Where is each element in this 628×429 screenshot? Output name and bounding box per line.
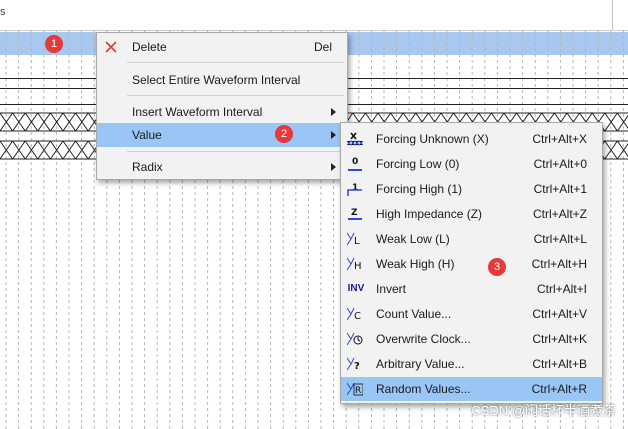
menu-item-label: Invert	[376, 282, 407, 296]
menu-item-shortcut: Ctrl+Alt+V	[532, 307, 587, 321]
menu-item-label: Insert Waveform Interval	[132, 105, 263, 119]
weak-low-icon: L	[347, 231, 363, 247]
svg-text:1: 1	[352, 183, 358, 193]
high-impedance-icon: Z	[347, 206, 363, 222]
forcing-unknown-icon	[347, 131, 363, 147]
menu-item-count-value[interactable]: C Count Value... Ctrl+Alt+V	[341, 302, 602, 326]
menu-separator	[127, 151, 344, 152]
menu-item-shortcut: Ctrl+Alt+B	[532, 357, 587, 371]
menu-item-label: Forcing High (1)	[376, 182, 463, 196]
menu-item-label: Radix	[132, 160, 163, 174]
menu-item-label: Count Value...	[376, 307, 452, 321]
overwrite-clock-icon	[347, 331, 363, 347]
menu-item-arbitrary-value[interactable]: ? Arbitrary Value... Ctrl+Alt+B	[341, 352, 602, 376]
menu-item-value[interactable]: Value	[97, 123, 347, 147]
context-menu: Delete Del Select Entire Waveform Interv…	[96, 32, 348, 180]
svg-text:?: ?	[354, 361, 360, 372]
menu-item-high-impedance[interactable]: Z High Impedance (Z) Ctrl+Alt+Z	[341, 202, 602, 226]
step-badge: 3	[488, 258, 506, 276]
forcing-high-icon: 1	[347, 181, 363, 197]
arbitrary-value-icon: ?	[347, 356, 363, 372]
svg-text:R: R	[355, 386, 361, 396]
menu-item-shortcut: Ctrl+Alt+0	[533, 157, 587, 171]
submenu-arrow-icon	[331, 131, 336, 139]
menu-item-shortcut: Ctrl+Alt+K	[532, 332, 587, 346]
menu-item-shortcut: Ctrl+Alt+X	[532, 132, 587, 146]
invert-icon: INV	[347, 283, 365, 294]
menu-item-weak-low[interactable]: L Weak Low (L) Ctrl+Alt+L	[341, 227, 602, 251]
menu-item-invert[interactable]: INV Invert Ctrl+Alt+I	[341, 277, 602, 301]
random-values-icon: R	[347, 381, 363, 397]
menu-item-select-entire-waveform-interval[interactable]: Select Entire Waveform Interval	[97, 68, 347, 92]
menu-item-weak-high[interactable]: H Weak High (H) Ctrl+Alt+H	[341, 252, 602, 276]
forcing-low-icon: 0	[347, 156, 363, 172]
menu-item-label: Forcing Low (0)	[376, 157, 460, 171]
svg-text:Z: Z	[351, 208, 358, 218]
svg-text:L: L	[354, 236, 360, 247]
menu-separator	[127, 95, 344, 96]
menu-item-shortcut: Ctrl+Alt+L	[533, 232, 587, 246]
menu-separator	[127, 62, 344, 63]
menu-item-label: Value	[132, 128, 162, 142]
menu-item-shortcut: Ctrl+Alt+H	[531, 257, 587, 271]
menu-item-overwrite-clock[interactable]: Overwrite Clock... Ctrl+Alt+K	[341, 327, 602, 351]
menu-item-radix[interactable]: Radix	[97, 155, 347, 179]
menu-item-label: Select Entire Waveform Interval	[132, 73, 301, 87]
menu-item-random-values[interactable]: R Random Values... Ctrl+Alt+R	[341, 377, 602, 401]
step-badge: 1	[45, 35, 63, 53]
svg-text:0: 0	[352, 157, 358, 167]
menu-item-shortcut: Ctrl+Alt+I	[536, 282, 587, 296]
menu-item-forcing-low[interactable]: 0 Forcing Low (0) Ctrl+Alt+0	[341, 152, 602, 176]
menu-item-label: Overwrite Clock...	[376, 332, 471, 346]
menu-item-label: Random Values...	[376, 382, 471, 396]
menu-item-insert-waveform-interval[interactable]: Insert Waveform Interval	[97, 100, 347, 124]
menu-item-label: Weak High (H)	[376, 257, 455, 271]
menu-item-shortcut: Ctrl+Alt+Z	[532, 207, 587, 221]
svg-text:C: C	[354, 311, 361, 322]
step-badge: 2	[275, 125, 293, 143]
submenu-arrow-icon	[331, 163, 336, 171]
menu-item-label: Delete	[132, 40, 167, 54]
menu-item-shortcut: Del	[313, 40, 332, 54]
menu-item-forcing-high[interactable]: 1 Forcing High (1) Ctrl+Alt+1	[341, 177, 602, 201]
menu-item-label: Arbitrary Value...	[376, 357, 465, 371]
delete-x-icon	[103, 39, 119, 55]
weak-high-icon: H	[347, 256, 363, 272]
value-submenu: Forcing Unknown (X) Ctrl+Alt+X 0 Forcing…	[340, 122, 603, 404]
menu-item-forcing-unknown[interactable]: Forcing Unknown (X) Ctrl+Alt+X	[341, 127, 602, 151]
svg-text:H: H	[354, 261, 362, 272]
menu-item-label: High Impedance (Z)	[376, 207, 483, 221]
submenu-arrow-icon	[331, 108, 336, 116]
menu-item-delete[interactable]: Delete Del	[97, 35, 347, 59]
watermark: CSDN @闲话杯半酒煮茶	[471, 403, 616, 418]
menu-item-shortcut: Ctrl+Alt+R	[531, 382, 587, 396]
menu-item-label: Forcing Unknown (X)	[376, 132, 489, 146]
count-value-icon: C	[347, 306, 363, 322]
menu-item-label: Weak Low (L)	[376, 232, 450, 246]
menu-item-shortcut: Ctrl+Alt+1	[533, 182, 587, 196]
